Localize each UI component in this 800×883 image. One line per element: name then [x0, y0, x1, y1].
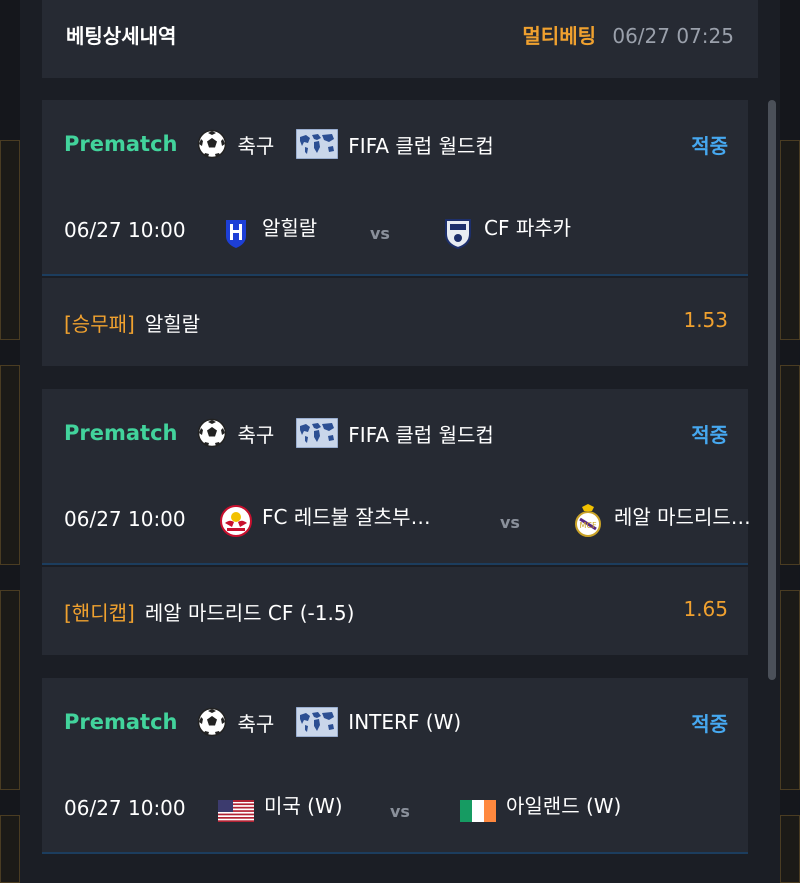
away-team-name: 아일랜드 (W): [506, 794, 622, 818]
pick-label: 알힐랄: [144, 312, 201, 336]
vs-label: vs: [370, 224, 390, 243]
match-time: 06/27 10:00: [64, 218, 186, 242]
svg-text:MCF: MCF: [579, 521, 596, 530]
league-label: FIFA 클럽 월드컵: [348, 133, 494, 158]
pick-label: 레알 마드리드 CF (-1.5): [144, 601, 355, 625]
match-time: 06/27 10:00: [64, 507, 186, 531]
bet-type-label: 멀티베팅: [522, 24, 596, 48]
bet-selection-row: [핸디캡] 레알 마드리드 CF (-1.5) 1.65: [64, 597, 728, 626]
vs-label: vs: [500, 513, 520, 532]
match-info: Prematch 축구 FIFA 클럽 월드컵 적중 06/27 10:00 F…: [42, 389, 751, 565]
away-team: CF 파추카: [440, 212, 571, 250]
al-hilal-crest-icon: [226, 220, 246, 248]
usa-flag-icon: [218, 800, 254, 822]
bet-summary: 멀티베팅 06/27 07:25: [522, 20, 734, 49]
ireland-flag-icon: [460, 800, 496, 822]
match-time: 06/27 10:00: [64, 796, 186, 820]
match-meta-row: Prematch 축구 FIFA 클럽 월드컵 적중: [64, 128, 728, 160]
real-madrid-crest-icon: MCF: [575, 504, 601, 537]
bet-selection: [핸디캡] 레알 마드리드 CF (-1.5) 1.65: [42, 567, 748, 655]
result-badge: 적중: [691, 422, 728, 447]
sport-label: 축구: [237, 711, 275, 736]
market-label: [핸디캡]: [64, 601, 135, 625]
left-gutter: [0, 0, 20, 883]
scrollbar-thumb[interactable]: [768, 100, 776, 680]
match-meta-row: Prematch 축구 INTERF (W) 적중: [64, 706, 728, 738]
world-map-icon: [296, 707, 338, 737]
bet-detail-header: 베팅상세내역 멀티베팅 06/27 07:25: [42, 0, 758, 78]
soccer-ball-icon: [197, 129, 227, 159]
bet-selection-row: [승무패] 알힐랄 1.53: [64, 308, 728, 337]
stage-label: Prematch: [64, 421, 178, 445]
market-label: [승무패]: [64, 312, 135, 336]
frame-decoration: [0, 815, 20, 883]
frame-decoration: [0, 590, 20, 790]
result-badge: 적중: [691, 711, 728, 736]
red-bull-crest-icon: [220, 505, 252, 537]
bet-detail-modal: 베팅상세내역 멀티베팅 06/27 07:25 Prematch 축구 FIFA…: [20, 0, 780, 883]
match-meta-row: Prematch 축구 FIFA 클럽 월드컵 적중: [64, 417, 728, 449]
league-label: INTERF (W): [348, 710, 462, 734]
away-team-name: CF 파추카: [484, 216, 572, 240]
home-team-name: FC 레드불 잘츠부…: [262, 505, 431, 529]
pachuca-crest-icon: [445, 219, 471, 250]
frame-decoration: [780, 590, 800, 790]
bet-datetime: 06/27 07:25: [612, 24, 734, 48]
page-title: 베팅상세내역: [66, 24, 177, 48]
frame-decoration: [0, 140, 20, 340]
stage-label: Prematch: [64, 132, 178, 156]
match-info: Prematch 축구 FIFA 클럽 월드컵 적중 06/27 10:00 알…: [42, 100, 748, 276]
match-teams-row: 06/27 10:00 FC 레드불 잘츠부… vs MCF 레알 마드리드…: [64, 499, 751, 539]
home-team-name: 알힐랄: [262, 216, 318, 240]
match-teams-row: 06/27 10:00 알힐랄 vs CF 파추카: [64, 210, 728, 250]
frame-decoration: [780, 365, 800, 565]
away-team: MCF 레알 마드리드…: [570, 501, 751, 539]
match-info: Prematch 축구 INTERF (W) 적중 06/27 10:00 미국…: [42, 678, 748, 854]
match-teams-row: 06/27 10:00 미국 (W) vs 아일랜드 (W): [64, 788, 728, 828]
frame-decoration: [0, 365, 20, 565]
odds-value: 1.53: [683, 308, 728, 332]
sport-label: 축구: [237, 133, 275, 158]
result-badge: 적중: [691, 133, 728, 158]
soccer-ball-icon: [197, 707, 227, 737]
home-team: 미국 (W): [218, 790, 343, 822]
odds-value: 1.65: [683, 597, 728, 621]
league-label: FIFA 클럽 월드컵: [348, 422, 494, 447]
frame-decoration: [780, 140, 800, 340]
home-team: FC 레드불 잘츠부…: [218, 501, 431, 539]
home-team-name: 미국 (W): [264, 794, 343, 818]
right-gutter: [780, 0, 800, 883]
vs-label: vs: [390, 802, 410, 821]
away-team-name: 레알 마드리드…: [614, 505, 751, 529]
world-map-icon: [296, 418, 338, 448]
frame-decoration: [780, 815, 800, 883]
sport-label: 축구: [237, 422, 275, 447]
bet-selection: [승무패] 알힐랄 1.53: [42, 278, 748, 366]
home-team: 알힐랄: [218, 212, 317, 250]
world-map-icon: [296, 129, 338, 159]
soccer-ball-icon: [197, 418, 227, 448]
away-team: 아일랜드 (W): [460, 790, 621, 822]
stage-label: Prematch: [64, 710, 178, 734]
